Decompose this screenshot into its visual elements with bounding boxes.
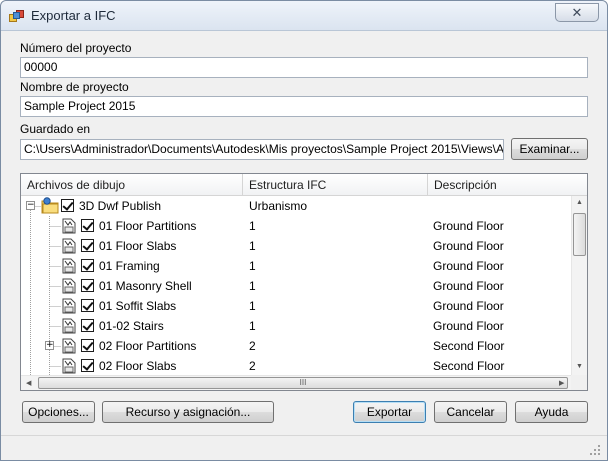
- row-structure: 2: [249, 339, 256, 353]
- row-checkbox[interactable]: [81, 259, 94, 272]
- row-name: 01-02 Stairs: [99, 319, 164, 333]
- tree-row[interactable]: 01 Framing 1 Ground Floor: [21, 256, 570, 276]
- row-description: Ground Floor: [433, 279, 504, 293]
- dwg-file-icon: [62, 298, 76, 314]
- row-structure: 1: [249, 279, 256, 293]
- row-structure: 1: [249, 239, 256, 253]
- row-structure: 1: [249, 219, 256, 233]
- tree-row[interactable]: 01 Floor Partitions 1 Ground Floor: [21, 216, 570, 236]
- export-button[interactable]: Exportar: [353, 401, 426, 423]
- saved-in-label: Guardado en: [20, 122, 91, 136]
- row-checkbox[interactable]: [81, 279, 94, 292]
- scroll-down-icon[interactable]: ▼: [576, 363, 583, 370]
- row-checkbox[interactable]: [81, 239, 94, 252]
- column-header-files[interactable]: Archivos de dibujo: [21, 174, 243, 196]
- row-description: Ground Floor: [433, 259, 504, 273]
- project-number-field[interactable]: 00000: [20, 57, 588, 78]
- root-name: 3D Dwf Publish: [79, 199, 162, 213]
- row-checkbox[interactable]: [81, 359, 94, 372]
- tree-header: Archivos de dibujo Estructura IFC Descri…: [21, 174, 587, 196]
- drawing-files-tree: Archivos de dibujo Estructura IFC Descri…: [20, 173, 588, 391]
- row-name: 01 Masonry Shell: [99, 279, 192, 293]
- status-bar: [1, 435, 607, 460]
- row-description: Ground Floor: [433, 219, 504, 233]
- title-bar[interactable]: Exportar a IFC ✕: [1, 1, 607, 31]
- row-name: 01 Floor Slabs: [99, 239, 177, 253]
- row-structure: 1: [249, 259, 256, 273]
- browse-button[interactable]: Examinar...: [511, 138, 588, 160]
- tree-row[interactable]: 01 Soffit Slabs 1 Ground Floor: [21, 296, 570, 316]
- resources-assignment-button[interactable]: Recurso y asignación...: [102, 401, 274, 423]
- dwg-file-icon: [62, 358, 76, 374]
- row-description: Second Floor: [433, 339, 505, 353]
- project-name-label: Nombre de proyecto: [20, 80, 129, 94]
- window-title: Exportar a IFC: [31, 8, 116, 23]
- horizontal-scroll-thumb[interactable]: III: [38, 377, 568, 389]
- dwg-file-icon: [62, 318, 76, 334]
- collapse-icon[interactable]: −: [26, 201, 35, 210]
- expand-icon[interactable]: +: [45, 341, 54, 350]
- row-name: 01 Floor Partitions: [99, 219, 197, 233]
- root-checkbox[interactable]: [61, 199, 74, 212]
- vertical-scrollbar[interactable]: ▲ ▼: [571, 196, 587, 376]
- options-button[interactable]: Opciones...: [22, 401, 95, 423]
- scroll-left-icon[interactable]: ◀: [26, 379, 31, 387]
- tree-row[interactable]: 02 Floor Slabs 2 Second Floor: [21, 356, 570, 376]
- project-name-field[interactable]: Sample Project 2015: [20, 96, 588, 117]
- close-icon: ✕: [571, 4, 583, 20]
- row-checkbox[interactable]: [81, 319, 94, 332]
- row-description: Ground Floor: [433, 239, 504, 253]
- export-ifc-dialog: Exportar a IFC ✕ Número del proyecto 000…: [0, 0, 608, 461]
- tree-rows: − 3D Dwf Publish Urbanismo 01 Floor Part…: [21, 196, 570, 376]
- dwg-file-icon: [62, 238, 76, 254]
- project-number-label: Número del proyecto: [20, 41, 132, 55]
- app-icon: [9, 10, 24, 22]
- vertical-scroll-thumb[interactable]: [573, 213, 586, 256]
- scroll-corner: [571, 375, 587, 390]
- tree-row[interactable]: 01 Floor Slabs 1 Ground Floor: [21, 236, 570, 256]
- row-description: Second Floor: [433, 359, 505, 373]
- row-checkbox[interactable]: [81, 299, 94, 312]
- saved-in-path-field[interactable]: C:\Users\Administrador\Documents\Autodes…: [20, 139, 504, 160]
- tree-row[interactable]: + 02 Floor Partitions 2 Second Floor: [21, 336, 570, 356]
- tree-row[interactable]: 01-02 Stairs 1 Ground Floor: [21, 316, 570, 336]
- row-description: Ground Floor: [433, 299, 504, 313]
- close-button[interactable]: ✕: [555, 3, 599, 22]
- resize-grip-icon[interactable]: [589, 444, 601, 456]
- column-header-structure[interactable]: Estructura IFC: [243, 174, 428, 196]
- scroll-up-icon[interactable]: ▲: [576, 199, 583, 206]
- tree-row[interactable]: 01 Masonry Shell 1 Ground Floor: [21, 276, 570, 296]
- help-button[interactable]: Ayuda: [515, 401, 588, 423]
- row-checkbox[interactable]: [81, 339, 94, 352]
- dwg-file-icon: [62, 278, 76, 294]
- dwg-file-icon: [62, 258, 76, 274]
- row-description: Ground Floor: [433, 319, 504, 333]
- dwg-file-icon: [62, 218, 76, 234]
- root-structure: Urbanismo: [249, 199, 308, 213]
- cancel-button[interactable]: Cancelar: [434, 401, 507, 423]
- row-structure: 2: [249, 359, 256, 373]
- row-name: 01 Soffit Slabs: [99, 299, 177, 313]
- row-name: 01 Framing: [99, 259, 160, 273]
- row-name: 02 Floor Slabs: [99, 359, 177, 373]
- row-structure: 1: [249, 319, 256, 333]
- horizontal-scrollbar[interactable]: ◀ III ▶: [21, 375, 571, 390]
- row-name: 02 Floor Partitions: [99, 339, 197, 353]
- scroll-right-icon[interactable]: ▶: [559, 379, 564, 387]
- row-checkbox[interactable]: [81, 219, 94, 232]
- folder-icon: [41, 197, 59, 214]
- tree-root-row[interactable]: − 3D Dwf Publish Urbanismo: [21, 196, 570, 216]
- row-structure: 1: [249, 299, 256, 313]
- column-header-description[interactable]: Descripción: [428, 174, 587, 196]
- dwg-file-icon: [62, 338, 76, 354]
